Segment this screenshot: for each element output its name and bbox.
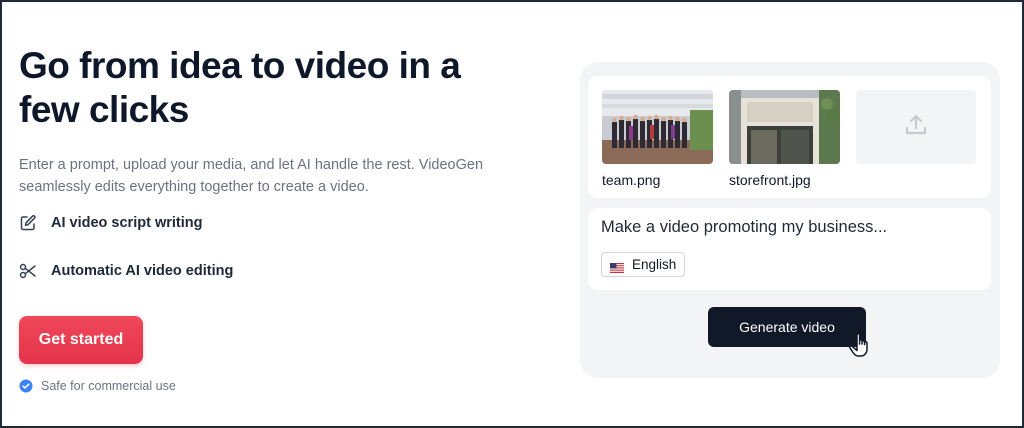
prompt-input[interactable]: Make a video promoting my business... bbox=[601, 218, 887, 237]
language-selector[interactable]: English bbox=[601, 252, 686, 277]
file-name-team: team.png bbox=[602, 172, 661, 188]
team-photo-thumbnail[interactable] bbox=[602, 90, 713, 164]
upload-icon bbox=[902, 111, 930, 144]
language-label: English bbox=[632, 257, 677, 272]
pencil-square-icon bbox=[19, 214, 37, 232]
hand-pointer-icon bbox=[845, 326, 882, 361]
file-name-storefront: storefront.jpg bbox=[729, 172, 811, 188]
page-frame: Go from idea to video in a few clicks En… bbox=[0, 0, 1024, 428]
prompt-card[interactable]: Make a video promoting my business... En… bbox=[588, 208, 991, 290]
hero-section: Go from idea to video in a few clicks En… bbox=[19, 44, 539, 393]
safe-commercial-note: Safe for commercial use bbox=[19, 379, 176, 393]
feature-script-writing: AI video script writing bbox=[19, 214, 202, 232]
storefront-photo-thumbnail[interactable] bbox=[729, 90, 840, 164]
feature-label: AI video script writing bbox=[51, 215, 203, 231]
us-flag-icon bbox=[610, 260, 624, 273]
generate-video-button[interactable]: Generate video bbox=[708, 307, 866, 347]
hero-headline: Go from idea to video in a few clicks bbox=[19, 45, 461, 130]
scissors-icon bbox=[19, 262, 37, 280]
get-started-button[interactable]: Get started bbox=[19, 316, 143, 364]
check-badge-icon bbox=[19, 379, 33, 393]
media-card: team.png storefront.jpg bbox=[588, 76, 991, 198]
hero-subtitle: Enter a prompt, upload your media, and l… bbox=[19, 157, 484, 195]
feature-video-editing: Automatic AI video editing bbox=[19, 262, 233, 280]
upload-media-button[interactable] bbox=[856, 90, 976, 164]
safe-label: Safe for commercial use bbox=[41, 379, 176, 393]
video-composer-panel: team.png storefront.jpg Make a video pro… bbox=[580, 62, 1000, 378]
feature-label: Automatic AI video editing bbox=[51, 263, 234, 279]
